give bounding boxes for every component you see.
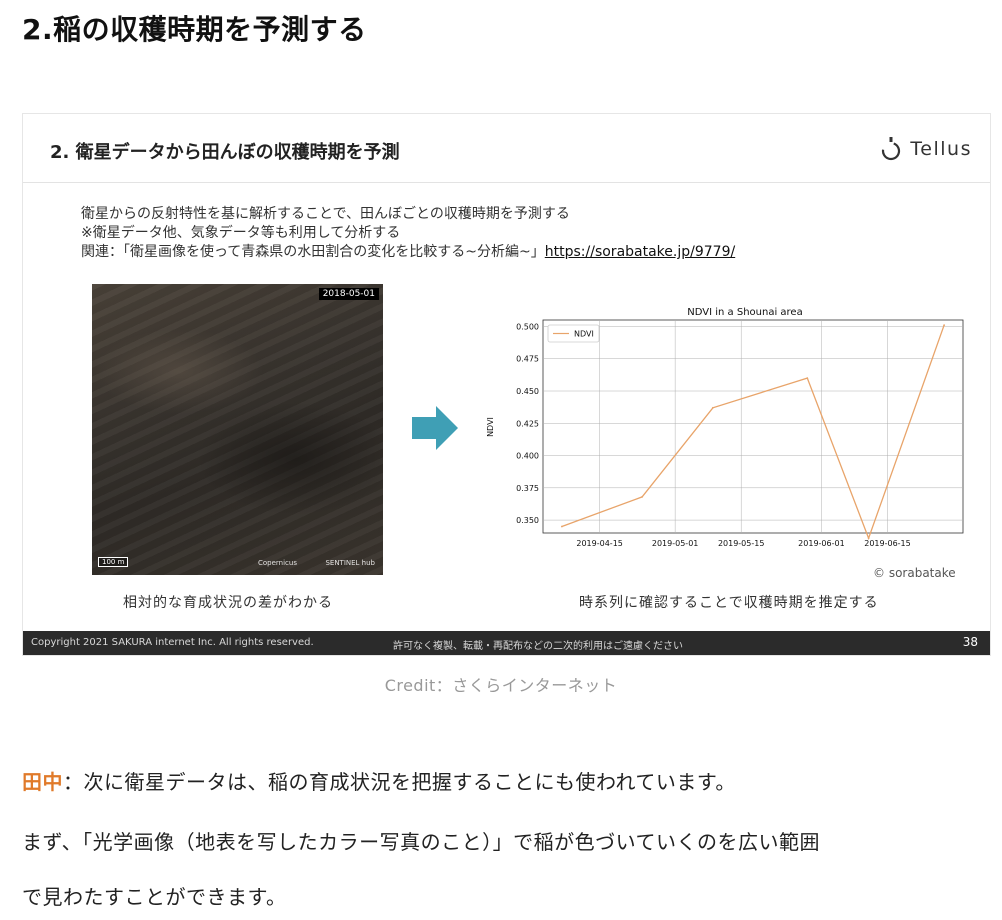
slide-image: 2. 衛星データから田んぼの収穫時期を予測 Tellus 衛星からの反射特性を基… — [22, 113, 991, 656]
caption-left: 相対的な育成状況の差がわかる — [123, 595, 333, 611]
x-tick-label: 2019-06-15 — [864, 539, 911, 548]
y-axis-label: NDVI — [486, 417, 495, 437]
ndvi-data-point — [560, 525, 563, 528]
tellus-logo-icon — [882, 137, 901, 161]
plot-area-frame — [542, 319, 964, 534]
y-tick-label: 0.425 — [516, 419, 539, 428]
image-date-label: 2018-05-01 — [318, 288, 379, 300]
related-link[interactable]: https://sorabatake.jp/9779/ — [545, 244, 735, 260]
ndvi-data-point — [943, 324, 946, 327]
y-tick-label: 0.500 — [516, 322, 539, 331]
right-arrow-icon — [412, 406, 458, 450]
ndvi-line-chart: NDVI in a Shounai area 0.3500.3750.4000.… — [486, 307, 964, 548]
ticks-layer: 0.350 0.375 0.400 0.425 0.450 0.475 0.500 2019-… — [516, 322, 911, 548]
speaker-name: 田中 — [22, 770, 63, 794]
related-prefix: 関連：「衛星画像を使って青森県の水田割合の変化を比較する~分析編~」 — [81, 244, 545, 260]
footer-copyright: Copyright 2021 SAKURA internet Inc. All … — [31, 637, 314, 648]
description-line: ※衛星データ他、気象データ等も利用して分析する — [81, 225, 401, 241]
y-tick-label: 0.375 — [516, 484, 539, 493]
description-line: 衛星からの反射特性を基に解析することで、田んぼごとの収穫時期を予測する — [81, 206, 570, 222]
section-heading: 2.稲の収穫時期を予測する — [22, 13, 367, 46]
y-tick-label: 0.475 — [516, 355, 539, 364]
legend-label: NDVI — [574, 330, 594, 339]
tellus-logo-text: Tellus — [910, 138, 972, 160]
chart-title: NDVI in a Shounai area — [687, 307, 802, 318]
ndvi-data-point — [711, 406, 714, 409]
footer-page-number: 38 — [962, 635, 978, 649]
body-text-line: で見わたすことができます。 — [22, 885, 287, 909]
y-tick-label: 0.400 — [516, 452, 539, 461]
image-credit: Credit：さくらインターネット — [384, 676, 618, 695]
caption-right: 時系列に確認することで収穫時期を推定する — [579, 595, 879, 611]
grid-layer — [543, 320, 963, 533]
satellite-image: 2018-05-01 100 m Copernicus SENTINEL hub — [92, 284, 383, 575]
dialogue-paragraph: 田中：次に衛星データは、稲の育成状況を把握することにも使われています。 — [22, 766, 736, 795]
y-tick-label: 0.350 — [516, 516, 539, 525]
ndvi-data-point — [867, 537, 870, 540]
y-tick-label: 0.450 — [516, 387, 539, 396]
sentinel-hub-logo: SENTINEL hub — [325, 559, 375, 567]
x-tick-label: 2019-04-15 — [576, 539, 623, 548]
slide-title: 2. 衛星データから田んぼの収穫時期を予測 — [50, 142, 400, 163]
footer-notice: 許可なく複製、転載・再配布などの二次的利用はご遠慮ください — [393, 641, 683, 652]
ndvi-series-line — [561, 324, 945, 541]
body-text-line: まず、「光学画像（地表を写したカラー写真のこと）」で稲が色づいていくのを広い範囲 — [22, 830, 820, 854]
x-tick-label: 2019-05-15 — [718, 539, 765, 548]
ndvi-data-point — [641, 495, 644, 498]
slide-description: 衛星からの反射特性を基に解析することで、田んぼごとの収穫時期を予測する ※衛星デ… — [81, 205, 735, 262]
description-related: 関連：「衛星画像を使って青森県の水田割合の変化を比較する~分析編~」https:… — [81, 243, 735, 262]
slide-divider — [23, 182, 990, 183]
right-arrow-shape — [412, 406, 458, 450]
slide-footer: Copyright 2021 SAKURA internet Inc. All … — [23, 631, 990, 655]
copernicus-logo: Copernicus — [258, 559, 297, 567]
x-tick-label: 2019-06-01 — [798, 539, 845, 548]
dialogue-text: ：次に衛星データは、稲の育成状況を把握することにも使われています。 — [63, 770, 736, 794]
ndvi-data-point — [806, 377, 809, 379]
x-tick-label: 2019-05-01 — [652, 539, 699, 548]
chart-credit: © sorabatake — [873, 566, 956, 580]
image-scale-bar: 100 m — [98, 557, 129, 567]
tellus-logo: Tellus — [880, 136, 972, 162]
